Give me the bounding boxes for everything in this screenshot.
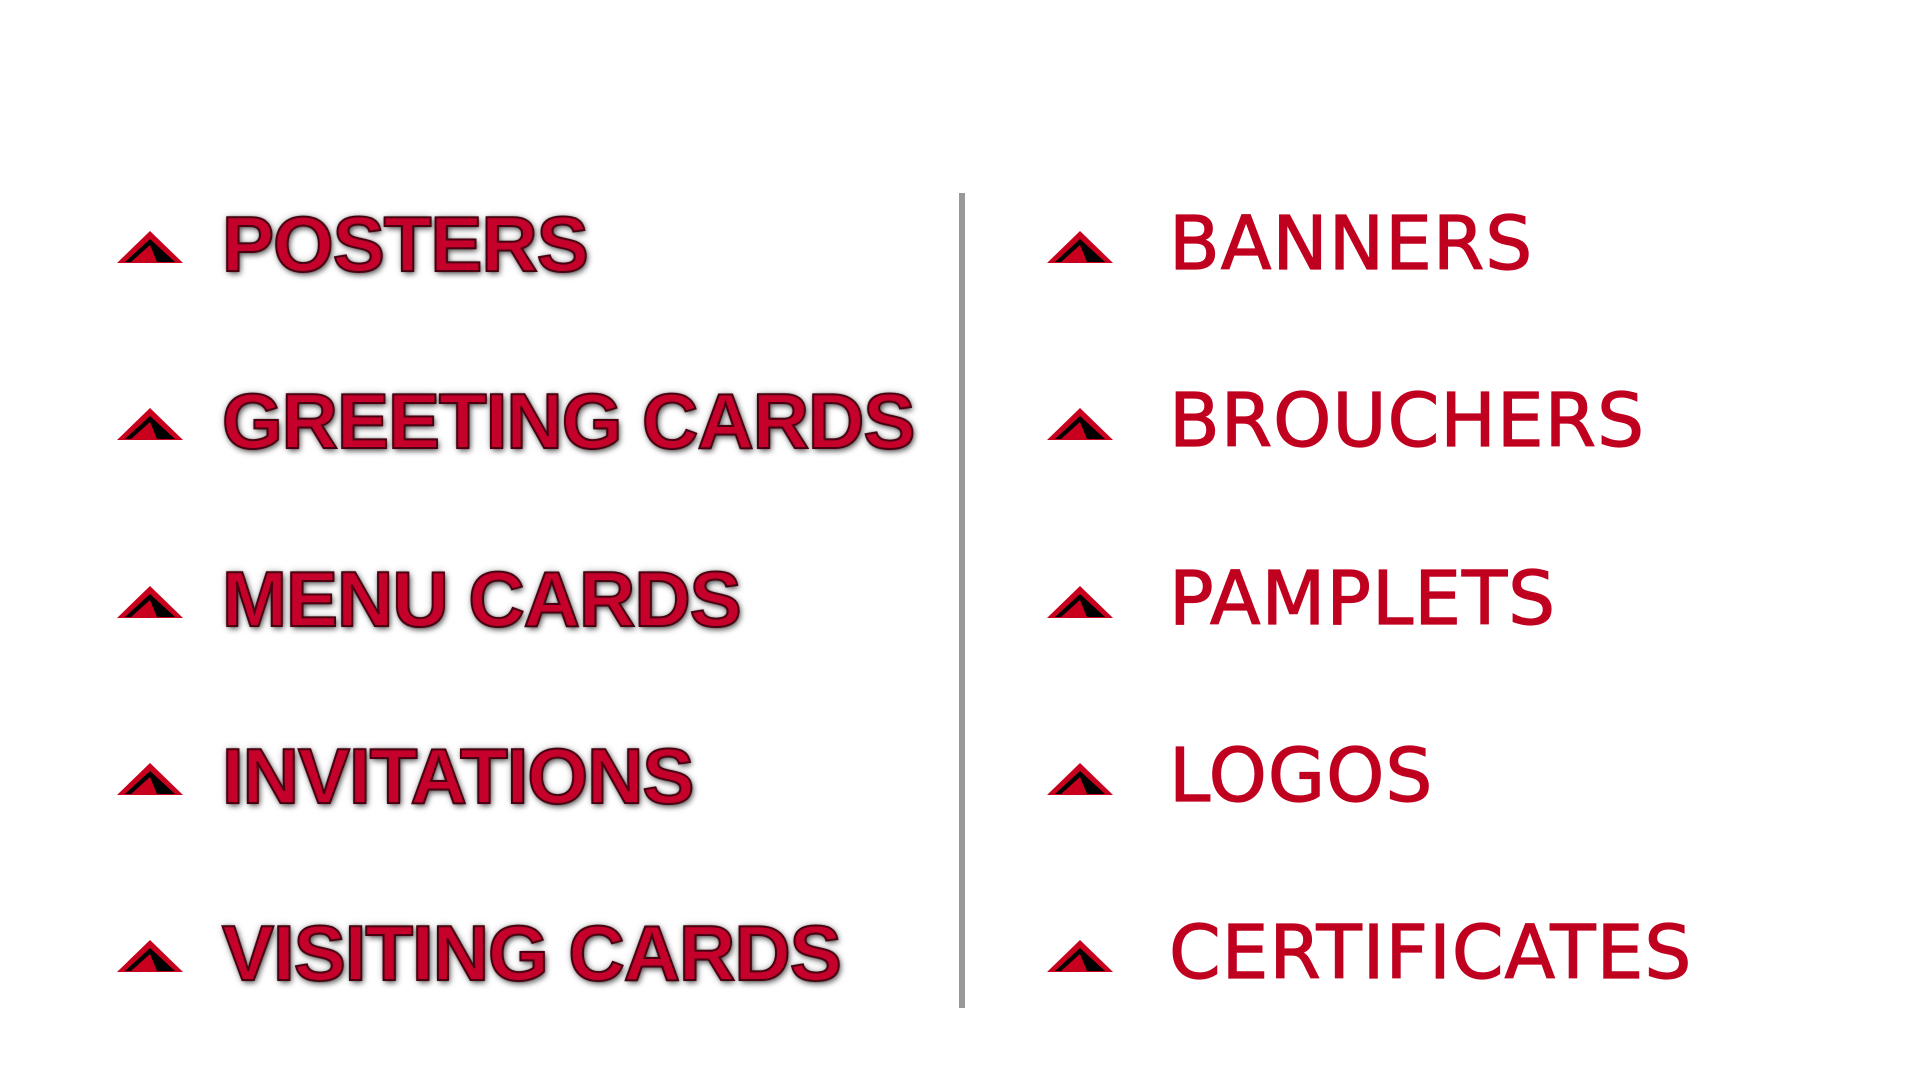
service-label: BANNERS [1168,201,1534,287]
service-label: LOGOS [1168,733,1434,819]
right-service-list: BANNERS BROUCHERS PAMPLETS LOGOS CERTIFI… [0,0,1920,1080]
list-item: BROUCHERS [1047,382,1887,482]
service-label: PAMPLETS [1168,556,1557,642]
triangle-bullet-icon [1047,586,1113,618]
list-item: CERTIFICATES [1047,914,1887,1014]
list-item: BANNERS [1047,205,1887,305]
triangle-bullet-icon [1047,408,1113,440]
triangle-bullet-icon [1047,940,1113,972]
service-label: CERTIFICATES [1168,910,1693,996]
list-item: PAMPLETS [1047,560,1887,660]
triangle-bullet-icon [1047,231,1113,263]
service-label: BROUCHERS [1168,378,1646,464]
triangle-bullet-icon [1047,763,1113,795]
list-item: LOGOS [1047,737,1887,837]
